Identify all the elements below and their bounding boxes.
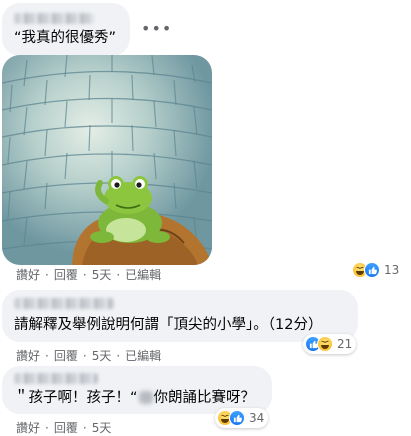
separator-dot: ·	[45, 267, 49, 282]
like-reaction-icon	[364, 262, 380, 278]
timestamp-link[interactable]: 5天	[92, 266, 112, 283]
comment-text: “我真的很優秀”	[14, 30, 117, 46]
like-link[interactable]: 讚好	[16, 419, 40, 436]
like-link[interactable]: 讚好	[16, 266, 40, 283]
comment-actions-1: 讚好 · 回覆 · 5天 · 已編輯	[16, 266, 161, 283]
comment-text: 請解釋及舉例說明何謂「頂尖的小學」。（12分）	[14, 317, 323, 333]
reaction-summary-1[interactable]: 13	[350, 260, 402, 280]
comment-bubble-2: 請解釋及舉例說明何謂「頂尖的小學」。（12分）	[2, 290, 358, 342]
reaction-count: 13	[384, 263, 400, 277]
comment-text-part: ＂孩子啊！孩子！“	[14, 390, 138, 406]
separator-dot: ·	[116, 348, 121, 363]
edited-label[interactable]: 已編輯	[125, 266, 161, 283]
separator-dot: ·	[82, 348, 87, 363]
reply-link[interactable]: 回覆	[54, 419, 78, 436]
separator-dot: ·	[82, 267, 87, 282]
timestamp-link[interactable]: 5天	[92, 419, 112, 436]
redacted-word	[138, 391, 153, 404]
separator-dot: ·	[45, 348, 49, 363]
comment-text-part: 你朗誦比賽呀？	[153, 390, 256, 406]
reply-link[interactable]: 回覆	[54, 266, 78, 283]
reaction-count: 34	[249, 411, 265, 425]
like-link[interactable]: 讚好	[16, 347, 40, 364]
frog-in-well-sticker[interactable]	[2, 55, 212, 265]
commenter-name-redacted[interactable]	[14, 13, 94, 24]
comment-bubble-3: ＂孩子啊！孩子！“ 你朗誦比賽呀？	[2, 366, 272, 414]
more-options-icon[interactable]: •••	[141, 21, 172, 37]
timestamp-link[interactable]: 5天	[92, 347, 112, 364]
separator-dot: ·	[116, 267, 121, 282]
reply-link[interactable]: 回覆	[54, 347, 78, 364]
comment-bubble-1: “我真的很優秀”	[2, 3, 130, 56]
commenter-name-redacted[interactable]	[14, 298, 114, 309]
frog-in-well-illustration	[2, 55, 212, 265]
comment-text: ＂孩子啊！孩子！“ 你朗誦比賽呀？	[14, 389, 255, 407]
separator-dot: ·	[82, 420, 87, 435]
haha-reaction-icon	[317, 336, 333, 352]
comment-actions-2: 讚好 · 回覆 · 5天 · 已編輯	[16, 347, 161, 364]
separator-dot: ·	[45, 420, 49, 435]
like-reaction-icon	[229, 410, 245, 426]
edited-label[interactable]: 已編輯	[125, 347, 161, 364]
reaction-count: 21	[337, 337, 353, 351]
comment-actions-3: 讚好 · 回覆 · 5天	[16, 419, 111, 436]
commenter-name-redacted[interactable]	[14, 373, 98, 384]
reaction-summary-3[interactable]: 34	[215, 408, 269, 428]
reaction-summary-2[interactable]: 21	[303, 334, 357, 354]
